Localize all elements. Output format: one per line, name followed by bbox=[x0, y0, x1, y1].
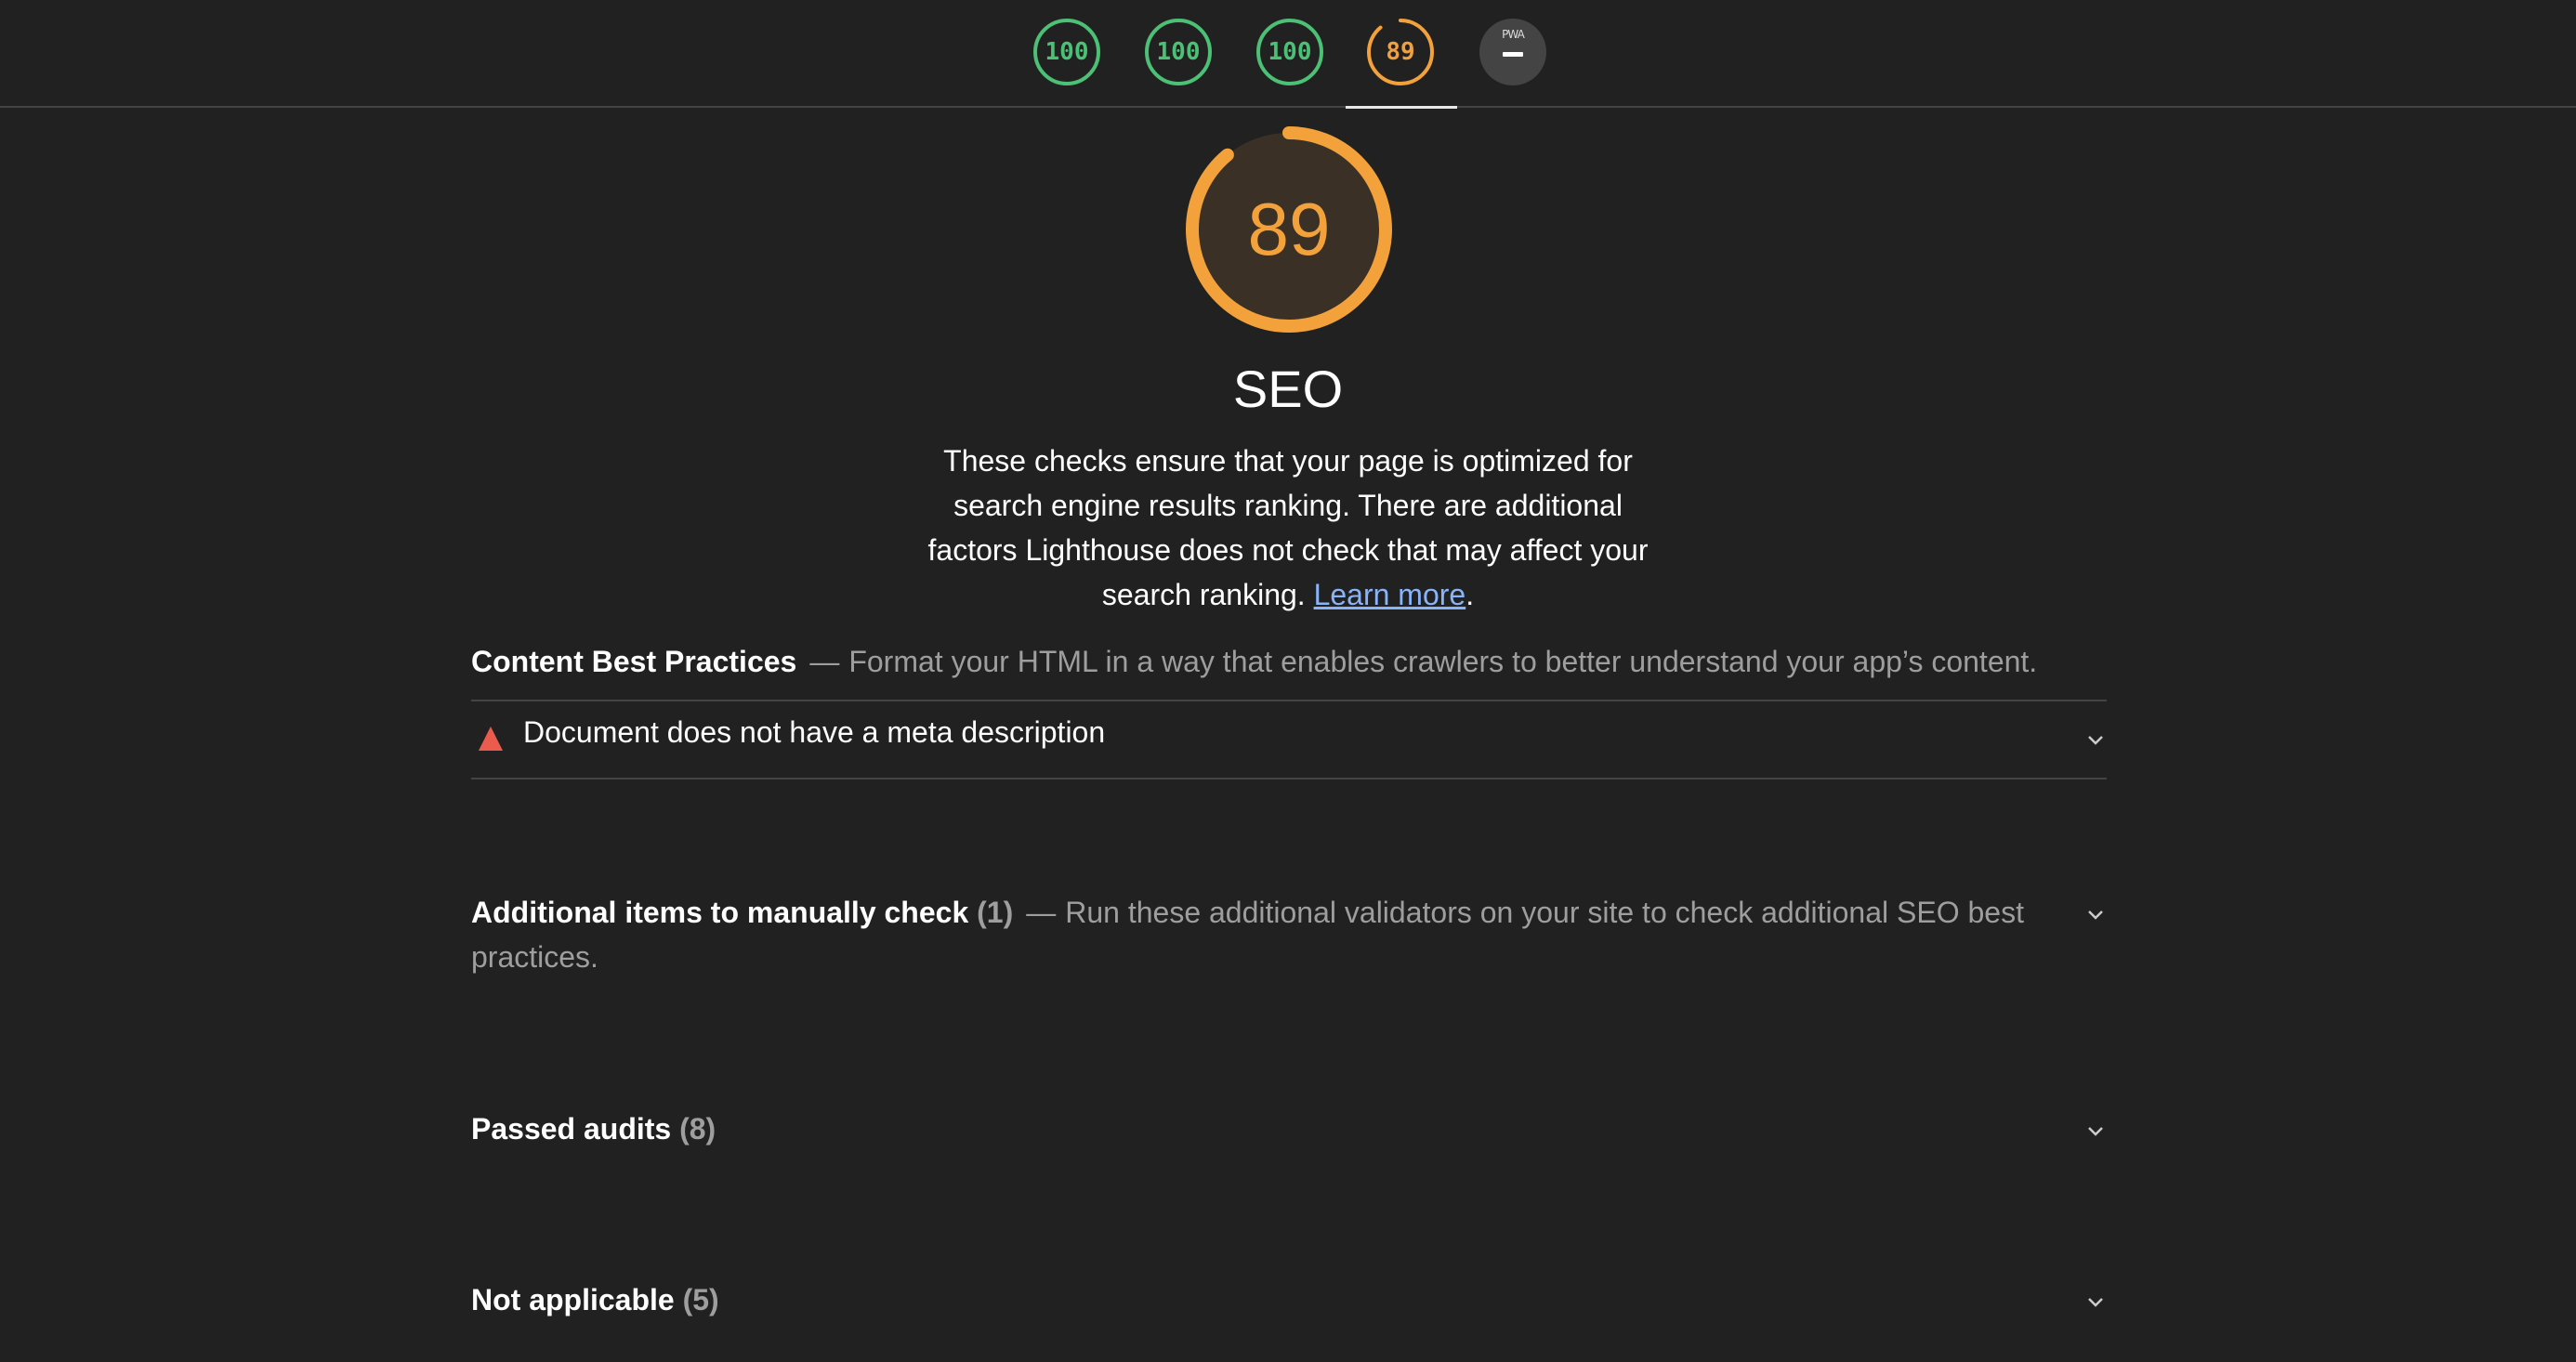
category-description: These checks ensure that your page is op… bbox=[916, 439, 1660, 617]
divider bbox=[471, 778, 2107, 779]
group-title: Additional items to manually check bbox=[471, 896, 969, 929]
seo-score-gauge[interactable]: 89 bbox=[1365, 17, 1436, 87]
pwa-badge[interactable]: PWA bbox=[1479, 19, 1546, 85]
best-practices-score-value: 100 bbox=[1268, 38, 1312, 66]
fail-triangle-icon bbox=[479, 727, 503, 751]
group-separator: — bbox=[809, 645, 840, 678]
performance-score-value: 100 bbox=[1045, 38, 1089, 66]
passed-audits-group-header[interactable]: Passed audits (8) bbox=[471, 1107, 2107, 1151]
group-title: Passed audits bbox=[471, 1112, 672, 1146]
seo-category-score: 89 bbox=[1247, 188, 1331, 270]
group-count: (5) bbox=[682, 1283, 719, 1316]
divider bbox=[471, 700, 2107, 701]
score-nav-bar: 100 100 100 89 PWA bbox=[0, 0, 2576, 109]
group-separator: — bbox=[1026, 896, 1057, 929]
category-description-text: These checks ensure that your page is op… bbox=[927, 444, 1649, 611]
pwa-dash-icon bbox=[1503, 52, 1523, 57]
manual-check-group-header[interactable]: Additional items to manually check (1) — R… bbox=[471, 890, 2032, 979]
group-count: (1) bbox=[977, 896, 1014, 929]
seo-category-gauge: 89 bbox=[1180, 121, 1398, 338]
content-best-practices-header: Content Best Practices — Format your HTML … bbox=[471, 639, 2107, 684]
audit-title: Document does not have a meta descriptio… bbox=[523, 715, 1106, 749]
accessibility-score-gauge[interactable]: 100 bbox=[1143, 17, 1214, 87]
learn-more-link[interactable]: Learn more bbox=[1314, 578, 1466, 611]
chevron-down-icon[interactable] bbox=[2084, 728, 2107, 751]
performance-score-gauge[interactable]: 100 bbox=[1032, 17, 1102, 87]
not-applicable-group-header[interactable]: Not applicable (5) bbox=[471, 1277, 2107, 1322]
category-title: SEO bbox=[1232, 360, 1344, 418]
active-tab-indicator bbox=[1346, 106, 1457, 109]
audit-meta-description[interactable]: Document does not have a meta descriptio… bbox=[471, 702, 2107, 777]
group-title: Content Best Practices bbox=[471, 645, 797, 678]
group-count: (8) bbox=[679, 1112, 716, 1146]
group-description: Format your HTML in a way that enables c… bbox=[848, 645, 2038, 678]
pwa-badge-label: PWA bbox=[1502, 28, 1525, 41]
best-practices-score-gauge[interactable]: 100 bbox=[1255, 17, 1325, 87]
chevron-down-icon[interactable] bbox=[2084, 903, 2107, 925]
accessibility-score-value: 100 bbox=[1156, 38, 1201, 66]
seo-score-value: 89 bbox=[1386, 38, 1415, 66]
group-title: Not applicable bbox=[471, 1283, 675, 1316]
chevron-down-icon[interactable] bbox=[2084, 1120, 2107, 1142]
category-description-end: . bbox=[1465, 578, 1475, 611]
chevron-down-icon[interactable] bbox=[2084, 1290, 2107, 1313]
